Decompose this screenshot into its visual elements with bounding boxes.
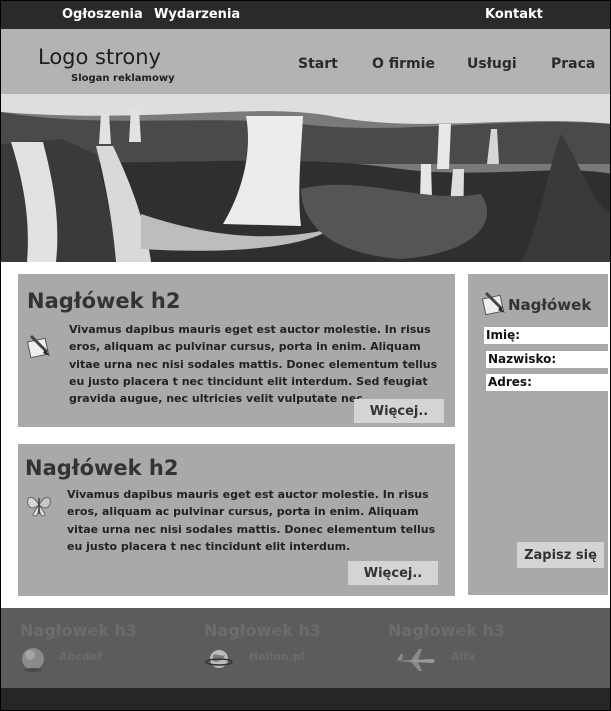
article-2: Nagłówek h2 Vivamus dapibus mauris eget … xyxy=(18,444,455,596)
address-label: Adres: xyxy=(488,375,532,389)
main-nav-o-firmie[interactable]: O firmie xyxy=(372,56,435,72)
pencil-notepad-icon xyxy=(481,291,505,315)
article-2-text: Vivamus dapibus mauris eget est auctor m… xyxy=(67,488,436,553)
main-nav-start[interactable]: Start xyxy=(298,56,338,72)
article-2-more-button[interactable]: Więcej.. xyxy=(348,561,438,585)
last-name-label: Nazwisko: xyxy=(488,352,557,366)
footer-column-2-heading: Nagłówek h3 xyxy=(204,621,321,640)
article-1-more-button[interactable]: Więcej.. xyxy=(354,399,444,423)
site-footer: Nagłówek h3 Abcdef Nagłówek h3 Helion.pl… xyxy=(1,608,610,688)
hero-waterfall-image xyxy=(1,94,610,262)
jet-plane-icon xyxy=(395,649,435,671)
footer-column-3-link[interactable]: Alfa xyxy=(451,650,476,663)
signup-submit-button[interactable]: Zapisz się xyxy=(517,542,604,568)
waterfall-photo xyxy=(1,94,610,262)
article-2-heading: Nagłówek h2 xyxy=(25,456,179,480)
butterfly-icon xyxy=(27,496,51,517)
top-nav-wydarzenia[interactable]: Wydarzenia xyxy=(154,7,240,22)
footer-column-1-link[interactable]: Abcdef xyxy=(59,650,102,663)
main-nav-uslugi[interactable]: Usługi xyxy=(467,56,517,72)
footer-column-3-heading: Nagłówek h3 xyxy=(388,621,505,640)
first-name-label: Imię: xyxy=(486,328,521,342)
pencil-notepad-icon xyxy=(26,334,50,358)
address-field[interactable]: Adres: xyxy=(486,374,608,391)
top-bar: Ogłoszenia Wydarzenia Kontakt xyxy=(1,1,610,29)
top-nav-kontakt[interactable]: Kontakt xyxy=(485,7,543,22)
article-1-text: Vivamus dapibus mauris eget est auctor m… xyxy=(69,323,438,406)
signup-sidebar: Nagłówek Imię: Nazwisko: Adres: Zapisz s… xyxy=(468,274,608,595)
article-1: Nagłówek h2 Vivamus dapibus mauris eget … xyxy=(18,274,455,427)
first-name-field[interactable]: Imię: xyxy=(484,327,608,344)
globe-icon xyxy=(22,648,44,672)
footer-column-2-link[interactable]: Helion.pl xyxy=(249,650,304,663)
site-logo[interactable]: Logo strony xyxy=(38,45,161,69)
page-frame: Ogłoszenia Wydarzenia Kontakt Logo stron… xyxy=(0,0,611,711)
planet-icon xyxy=(205,650,233,668)
last-name-field[interactable]: Nazwisko: xyxy=(486,351,608,368)
article-1-heading: Nagłówek h2 xyxy=(27,289,181,313)
site-slogan: Slogan reklamowy xyxy=(71,73,175,84)
bottom-bar xyxy=(1,688,610,710)
main-nav-praca[interactable]: Praca xyxy=(551,56,595,72)
top-nav-ogloszenia[interactable]: Ogłoszenia xyxy=(62,7,143,22)
site-header: Logo strony Slogan reklamowy Start O fir… xyxy=(1,29,610,94)
sidebar-heading: Nagłówek xyxy=(508,296,592,314)
footer-column-1-heading: Nagłówek h3 xyxy=(20,621,137,640)
